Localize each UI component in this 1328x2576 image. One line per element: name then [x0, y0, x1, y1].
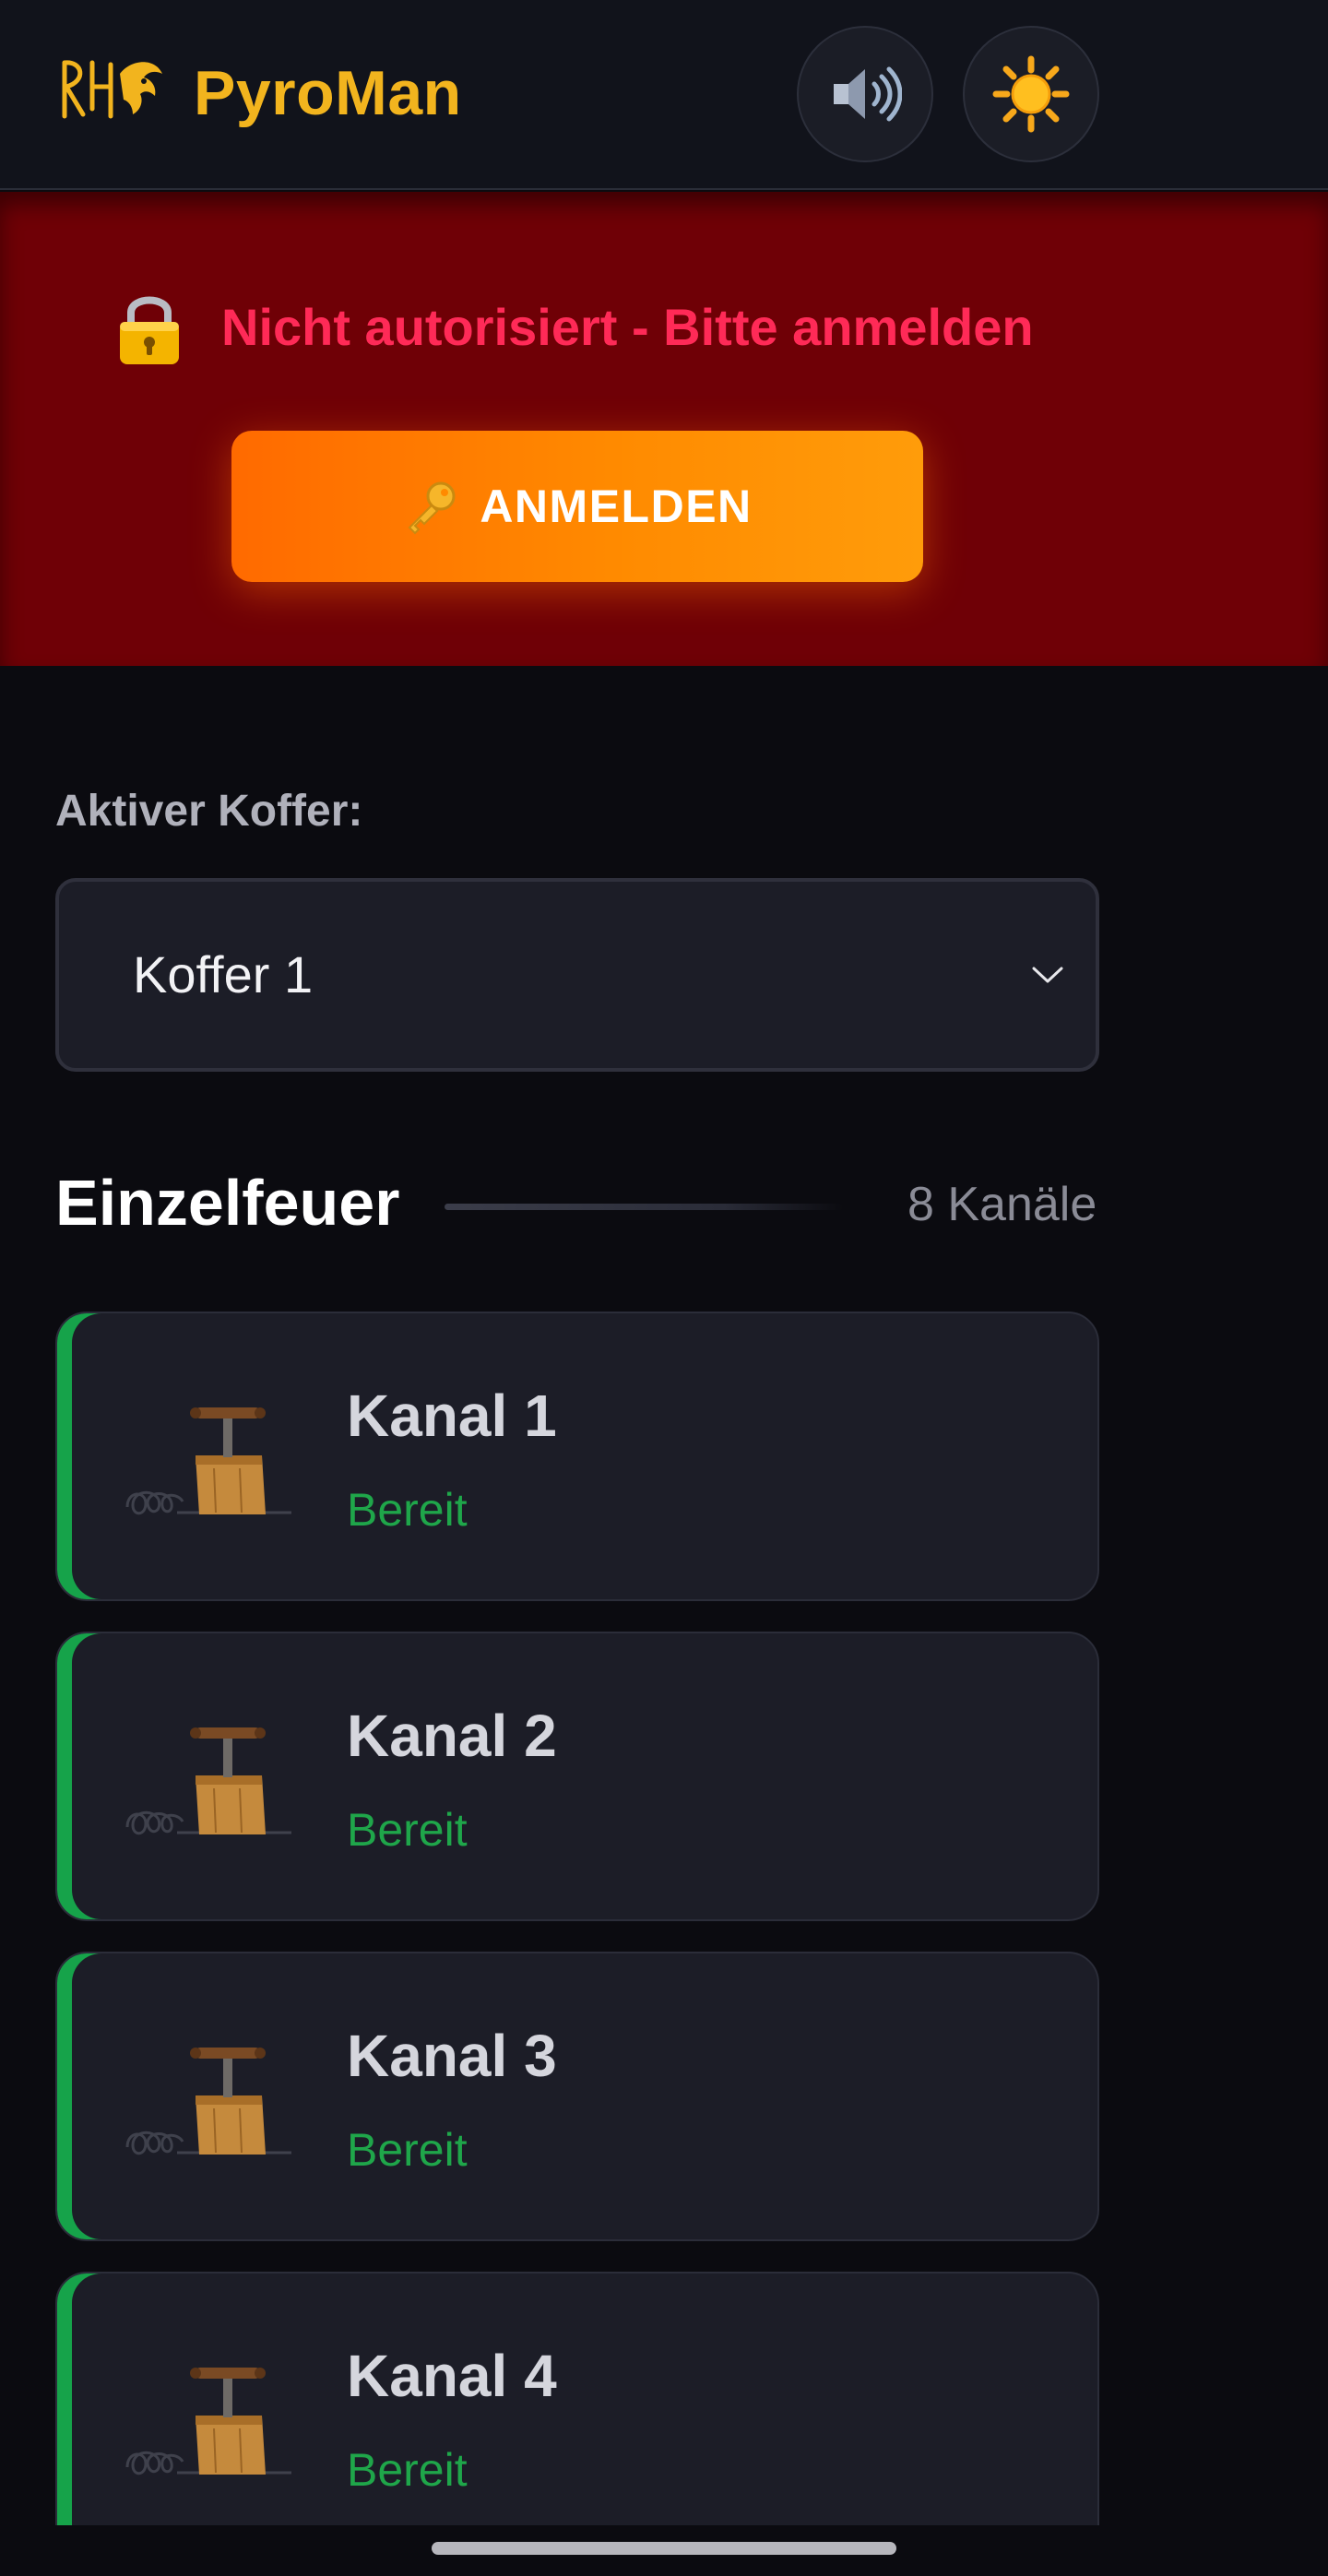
channel-title: Kanal 1: [347, 1383, 557, 1449]
chevron-down-icon: [1032, 967, 1063, 983]
koffer-selected-value: Koffer 1: [133, 945, 314, 1003]
section-title: Einzelfeuer: [55, 1167, 400, 1239]
login-button[interactable]: ANMELDEN: [231, 431, 923, 582]
channel-title: Kanal 4: [347, 2343, 557, 2409]
channel-title: Kanal 2: [347, 1703, 557, 1769]
channel-count: 8 Kanäle: [907, 1178, 1097, 1231]
channel-status: Bereit: [347, 1484, 468, 1536]
pyroman-logo-icon: [62, 60, 162, 119]
speaker-icon: [834, 66, 902, 122]
channel-card-3[interactable]: Kanal 3 Bereit: [55, 1952, 1099, 2241]
detonator-icon: [125, 2048, 291, 2155]
koffer-select[interactable]: Koffer 1: [55, 878, 1099, 1072]
login-button-label: ANMELDEN: [480, 481, 753, 532]
app-header: PyroMan: [0, 0, 1328, 190]
key-icon: [408, 481, 456, 535]
detonator-icon: [125, 1727, 291, 1835]
detonator-icon: [125, 1407, 291, 1515]
channel-status: Bereit: [347, 1804, 468, 1856]
channel-status: Bereit: [347, 2124, 468, 2176]
sound-toggle-button[interactable]: [797, 26, 933, 162]
auth-banner: Nicht autorisiert - Bitte anmelden ANMEL…: [0, 192, 1328, 666]
lock-icon: [120, 296, 179, 364]
channel-card-4[interactable]: Kanal 4 Bereit: [55, 2272, 1099, 2561]
app-screen: PyroMan Nicht autorisiert - Bitte anmeld…: [0, 0, 1328, 2576]
channel-card-1[interactable]: Kanal 1 Bereit: [55, 1312, 1099, 1601]
detonator-icon: [125, 2368, 291, 2475]
channel-title: Kanal 3: [347, 2023, 557, 2089]
koffer-label: Aktiver Koffer:: [55, 787, 363, 836]
app-title: PyroMan: [194, 58, 462, 128]
sun-icon: [992, 55, 1070, 133]
section-divider: [445, 1204, 843, 1210]
channel-card-2[interactable]: Kanal 2 Bereit: [55, 1632, 1099, 1921]
channel-status: Bereit: [347, 2444, 468, 2496]
home-indicator[interactable]: [432, 2542, 896, 2555]
auth-error-message: Nicht autorisiert - Bitte anmelden: [221, 298, 1034, 356]
theme-toggle-button[interactable]: [963, 26, 1099, 162]
